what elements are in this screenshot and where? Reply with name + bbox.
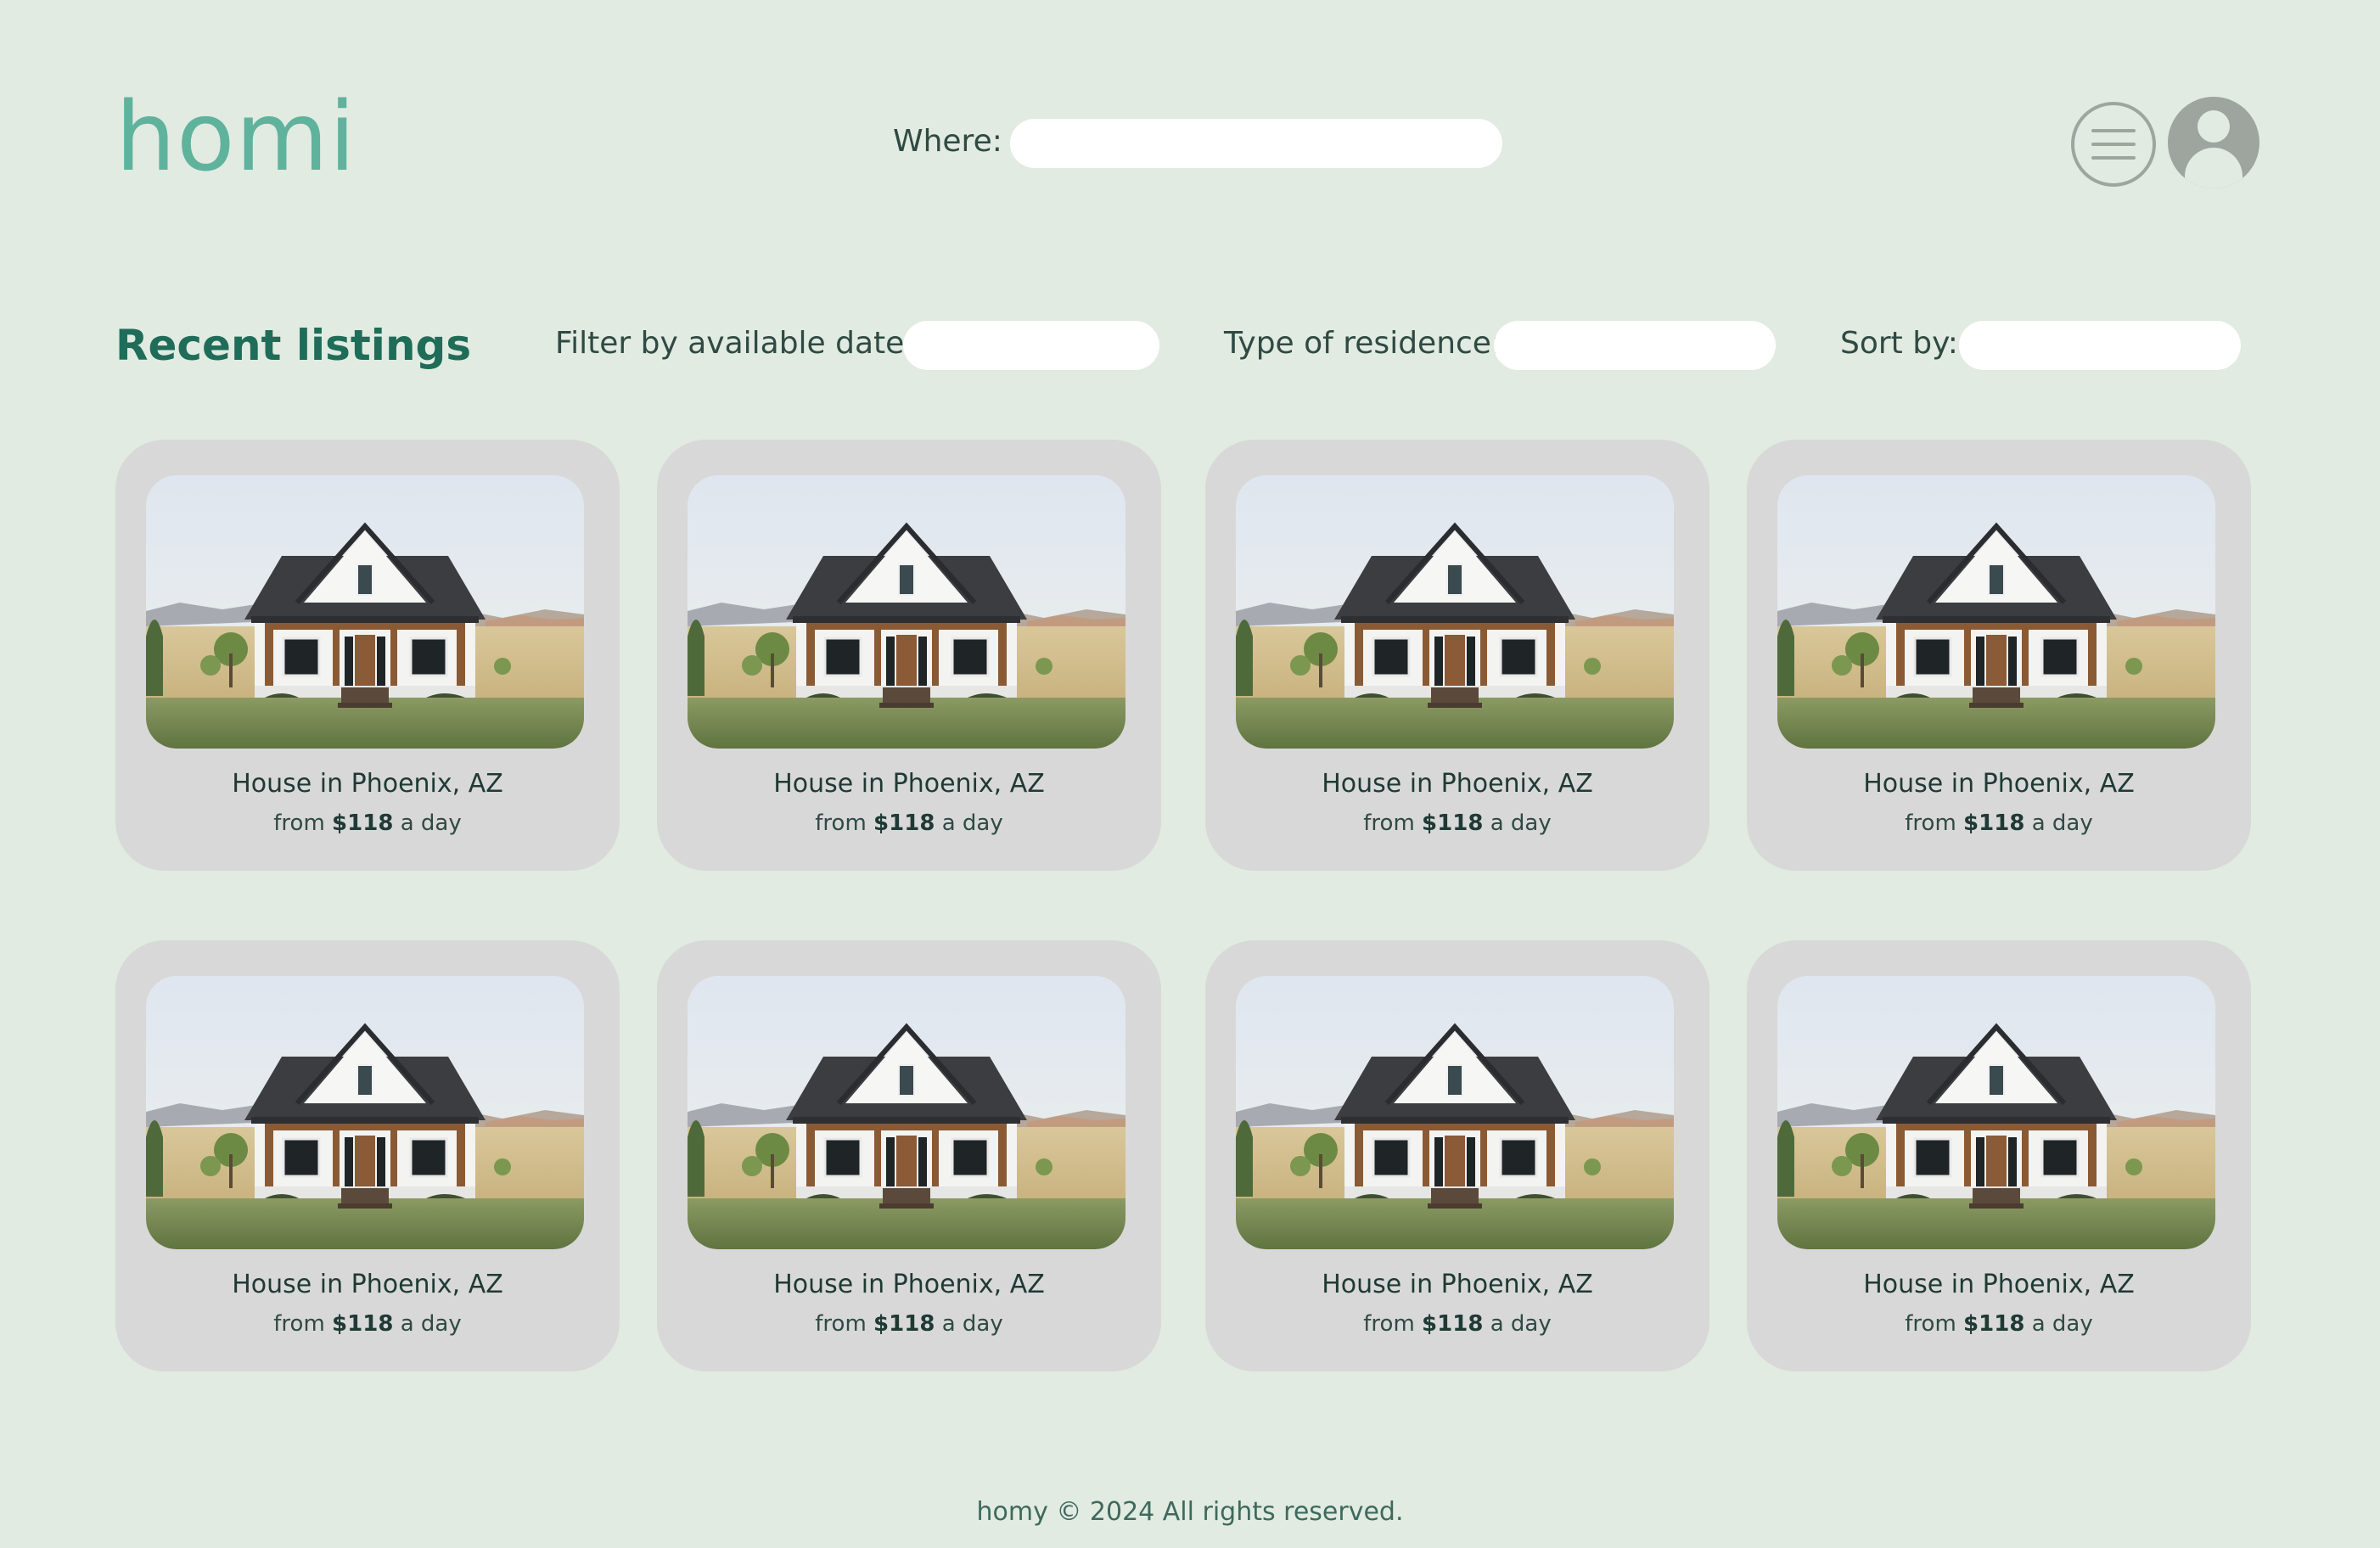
sort-by-input[interactable] <box>1959 321 2241 370</box>
residence-type-label: Type of residence: <box>1224 326 1502 361</box>
listing-photo[interactable] <box>1236 976 1674 1249</box>
price-suffix: a day <box>941 810 1003 836</box>
listing-title[interactable]: House in Phoenix, AZ <box>1747 767 2251 801</box>
where-label: Where: <box>893 124 1002 159</box>
filter-date-label: Filter by available date: <box>555 326 915 361</box>
price-suffix: a day <box>1490 810 1552 836</box>
listing-price: from $118 a day <box>657 808 1161 838</box>
price-prefix: from <box>1363 1311 1415 1337</box>
listing-card[interactable]: House in Phoenix, AZ from $118 a day <box>1747 440 2251 871</box>
price-suffix: a day <box>941 1311 1003 1337</box>
price-prefix: from <box>815 1311 867 1337</box>
listing-title[interactable]: House in Phoenix, AZ <box>657 1268 1161 1302</box>
listing-price: from $118 a day <box>1205 808 1709 838</box>
listing-photo[interactable] <box>688 976 1125 1249</box>
listing-title[interactable]: House in Phoenix, AZ <box>115 1268 620 1302</box>
listing-card[interactable]: House in Phoenix, AZ from $118 a day <box>115 940 620 1371</box>
price-suffix: a day <box>1490 1311 1552 1337</box>
listing-photo[interactable] <box>688 475 1125 749</box>
listing-photo[interactable] <box>1777 976 2215 1249</box>
menu-button[interactable] <box>2071 102 2156 187</box>
listing-price: from $118 a day <box>1205 1309 1709 1339</box>
user-avatar-icon[interactable] <box>2168 97 2259 188</box>
price-suffix: a day <box>2031 810 2093 836</box>
listing-card[interactable]: House in Phoenix, AZ from $118 a day <box>1205 440 1709 871</box>
price-prefix: from <box>815 810 867 836</box>
listing-price: from $118 a day <box>115 808 620 838</box>
listing-title[interactable]: House in Phoenix, AZ <box>115 767 620 801</box>
price-amount: $118 <box>873 1311 935 1337</box>
listing-card[interactable]: House in Phoenix, AZ from $118 a day <box>657 940 1161 1371</box>
price-suffix: a day <box>2031 1311 2093 1337</box>
footer-copyright: homy © 2024 All rights reserved. <box>976 1497 1404 1527</box>
residence-type-input[interactable] <box>1494 321 1776 370</box>
price-prefix: from <box>273 1311 325 1337</box>
listing-price: from $118 a day <box>1747 1309 2251 1339</box>
listing-title[interactable]: House in Phoenix, AZ <box>1205 767 1709 801</box>
logo[interactable]: homi <box>115 78 356 197</box>
listing-photo[interactable] <box>1236 475 1674 749</box>
price-suffix: a day <box>400 1311 462 1337</box>
listing-title[interactable]: House in Phoenix, AZ <box>657 767 1161 801</box>
price-amount: $118 <box>1963 1311 2025 1337</box>
price-prefix: from <box>273 810 325 836</box>
listing-price: from $118 a day <box>657 1309 1161 1339</box>
listing-card[interactable]: House in Phoenix, AZ from $118 a day <box>657 440 1161 871</box>
listing-card[interactable]: House in Phoenix, AZ from $118 a day <box>1747 940 2251 1371</box>
listing-card[interactable]: House in Phoenix, AZ from $118 a day <box>115 440 620 871</box>
price-amount: $118 <box>1422 810 1484 836</box>
sort-by-label: Sort by: <box>1840 326 1958 361</box>
listing-card[interactable]: House in Phoenix, AZ from $118 a day <box>1205 940 1709 1371</box>
listing-photo[interactable] <box>146 475 584 749</box>
price-amount: $118 <box>332 810 394 836</box>
price-amount: $118 <box>1422 1311 1484 1337</box>
where-search-input[interactable] <box>1010 119 1502 168</box>
listing-title[interactable]: House in Phoenix, AZ <box>1205 1268 1709 1302</box>
price-amount: $118 <box>873 810 935 836</box>
price-prefix: from <box>1363 810 1415 836</box>
listing-price: from $118 a day <box>115 1309 620 1339</box>
price-amount: $118 <box>332 1311 394 1337</box>
listing-price: from $118 a day <box>1747 808 2251 838</box>
price-prefix: from <box>1905 1311 1956 1337</box>
listing-title[interactable]: House in Phoenix, AZ <box>1747 1268 2251 1302</box>
filter-date-input[interactable] <box>903 321 1159 370</box>
price-prefix: from <box>1905 810 1956 836</box>
price-amount: $118 <box>1963 810 2025 836</box>
section-title: Recent listings <box>115 321 472 370</box>
listing-photo[interactable] <box>146 976 584 1249</box>
price-suffix: a day <box>400 810 462 836</box>
listing-photo[interactable] <box>1777 475 2215 749</box>
